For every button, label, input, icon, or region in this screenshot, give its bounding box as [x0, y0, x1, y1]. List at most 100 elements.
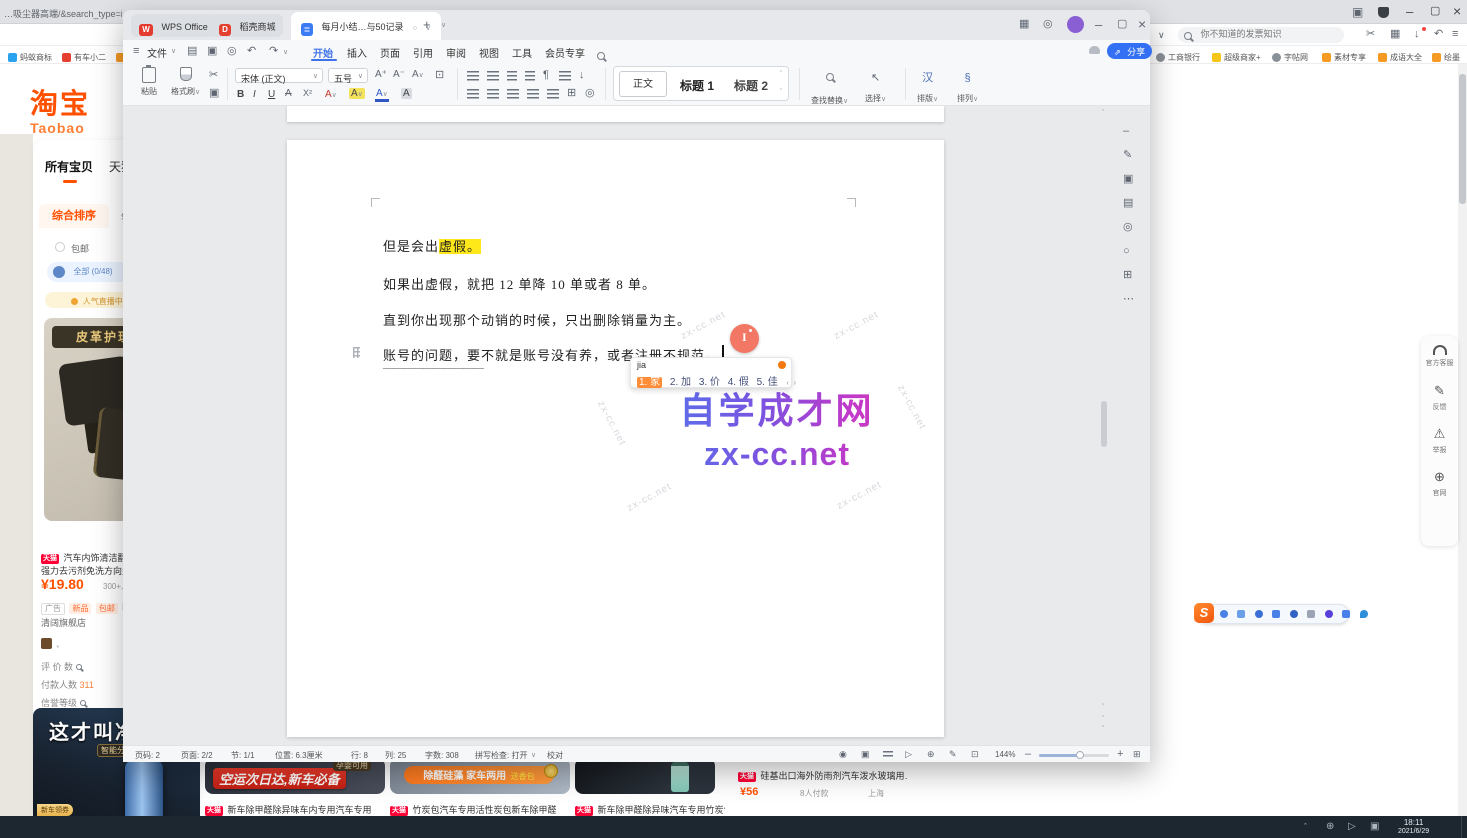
ime-logo-icon[interactable]	[778, 361, 786, 369]
zoom-slider-knob[interactable]	[1076, 751, 1084, 759]
wps-minimize-button[interactable]: –	[1095, 18, 1102, 31]
indent-icon[interactable]	[525, 71, 535, 81]
share-button[interactable]: ⇗ 分享	[1107, 43, 1152, 59]
shrink-font-button[interactable]: A⁻	[393, 70, 405, 80]
ime-toolbar[interactable]: S	[1197, 604, 1349, 624]
strip-caption[interactable]: 天猫 新车除甲醛除异味车内专用汽车专用	[205, 800, 383, 816]
tab-all-items[interactable]: 所有宝贝	[45, 158, 93, 175]
next-page-icon[interactable]: ˇ	[1102, 726, 1104, 733]
ime-candidate-1[interactable]: 1. 家	[637, 377, 662, 388]
taobao-logo[interactable]: 淘宝 Taobao	[30, 82, 90, 136]
outline-panel-icon[interactable]: ▤	[1123, 198, 1133, 209]
edit-mode-icon[interactable]: ✎	[949, 750, 957, 759]
ime-tool-icon[interactable]	[1255, 610, 1263, 618]
scroll-up-icon[interactable]: ˆ	[1102, 110, 1104, 117]
outline-view-icon[interactable]	[883, 751, 893, 759]
ime-tool-icon[interactable]	[1307, 610, 1315, 618]
ime-tool-icon[interactable]	[1325, 610, 1333, 618]
side-item-title[interactable]: 天猫 硅基出口海外防雨剂汽车泼水玻璃用…	[738, 766, 908, 784]
arrange-button[interactable]: § 排列∨	[957, 68, 978, 106]
browser-menu-icon[interactable]: ≡	[1452, 29, 1458, 40]
ime-candidate-5[interactable]: 5. 佳	[757, 377, 778, 388]
browser-close-button[interactable]: ×	[1453, 4, 1461, 18]
char-shading-button[interactable]: A	[401, 88, 412, 99]
style-normal[interactable]: 正文	[619, 71, 667, 97]
underline-button[interactable]: U	[268, 89, 275, 100]
wps-document-tab[interactable]: ≣ 每月小结…与50记录 ○ ∨	[291, 12, 441, 40]
style-up-icon[interactable]: ˆ	[780, 71, 782, 78]
status-proofread[interactable]: 校对	[547, 750, 563, 761]
select-button[interactable]: ↖ 选择∨	[865, 68, 886, 106]
find-replace-button[interactable]: 查找替换∨	[811, 68, 848, 108]
print-icon[interactable]: ▣	[207, 46, 217, 57]
ime-tool-icon[interactable]	[1272, 610, 1280, 618]
align-right-icon[interactable]	[507, 89, 519, 99]
settings-gear-icon[interactable]: ◎	[1043, 19, 1053, 30]
doc-paragraph[interactable]: 如果出虚假，就把 12 单降 10 单或者 8 单。	[383, 274, 656, 293]
scroll-down-icon[interactable]: ˇ	[1102, 704, 1104, 711]
undo-icon[interactable]: ↶	[247, 46, 256, 57]
edit-tool-icon[interactable]: ✎	[1123, 150, 1132, 161]
sort-icon[interactable]: ↓	[579, 70, 585, 81]
browser-minimize-button[interactable]: –	[1406, 5, 1413, 18]
font-name-select[interactable]: 宋体 (正文) ∨	[235, 68, 323, 83]
zoom-slider[interactable]	[1039, 754, 1109, 757]
store-name[interactable]: 清阔旗舰店	[41, 616, 86, 629]
redo-icon[interactable]: ↷	[269, 46, 278, 57]
outdent-icon[interactable]	[507, 71, 517, 81]
download-icon[interactable]: ↓	[1414, 29, 1420, 40]
ime-tool-icon[interactable]	[1237, 610, 1245, 618]
superscript-button[interactable]: X²	[303, 89, 312, 98]
strip-card-2[interactable]: 空运次日达,新车必备 孕婴可用	[205, 758, 385, 794]
tab-view[interactable]: 视图	[479, 45, 499, 60]
doc-dash-line[interactable]: ――――――――――	[383, 362, 483, 374]
style-heading2[interactable]: 标题 2	[734, 77, 768, 94]
tab-page[interactable]: 页面	[380, 45, 400, 60]
browser-tab-title[interactable]: …吸尘器高端/&search_type=item-	[4, 7, 122, 20]
redo-caret-icon[interactable]: ∨	[283, 49, 288, 56]
tray-expand-icon[interactable]: ˆ	[1304, 823, 1307, 832]
tab-tools[interactable]: 工具	[512, 45, 532, 60]
web-view-icon[interactable]: ⊕	[927, 750, 935, 759]
ribbon-search-icon[interactable]	[597, 52, 605, 60]
browser-apps-icon[interactable]: ▣	[1352, 6, 1363, 18]
fullscreen-icon[interactable]: ⊞	[1133, 750, 1141, 759]
strike-button[interactable]: A	[285, 89, 292, 99]
paste-button[interactable]: 粘贴	[141, 67, 157, 97]
ime-tool-icon[interactable]	[1220, 610, 1228, 618]
ime-tool-icon[interactable]	[1342, 610, 1350, 618]
fit-page-icon[interactable]: ⊡	[971, 750, 979, 759]
align-justify-icon[interactable]	[527, 89, 539, 99]
browser-maximize-button[interactable]: ▢	[1430, 6, 1440, 17]
collapse-panel-icon[interactable]: –	[1123, 126, 1129, 137]
font-size-select[interactable]: 五号 ∨	[328, 68, 368, 83]
toolbar-caret-icon[interactable]: ∨	[1158, 31, 1165, 40]
file-caret-icon[interactable]: ∨	[171, 48, 176, 55]
tab-list-caret-icon[interactable]: ∨	[441, 22, 446, 29]
wps-home-tab[interactable]: W WPS Office	[131, 14, 216, 37]
user-avatar[interactable]	[1067, 16, 1084, 33]
apps-grid-icon[interactable]: ▦	[1390, 29, 1400, 40]
strip-caption[interactable]: 天猫 竹炭包汽车专用活性炭包新车除甲醛	[390, 800, 568, 816]
status-spellcheck[interactable]: 拼写检查: 打开	[475, 750, 527, 761]
cut-icon[interactable]: ✂	[209, 70, 218, 81]
align-left-icon[interactable]	[467, 89, 479, 99]
text-layout-button[interactable]: 汉 排版∨	[917, 68, 938, 106]
ime-tool-icon[interactable]	[1290, 610, 1298, 618]
wps-maximize-button[interactable]: ▢	[1117, 19, 1127, 30]
char-effect-button[interactable]: A∨	[325, 89, 337, 100]
browser-search-box[interactable]: 你不知道的发票知识	[1178, 27, 1344, 43]
capture-icon[interactable]: ✂	[1366, 29, 1375, 40]
bold-button[interactable]: B	[237, 89, 244, 100]
history-icon[interactable]: ↶	[1434, 29, 1443, 40]
browser-search-value[interactable]: 你不知道的发票知识	[1200, 29, 1281, 39]
numbering-icon[interactable]	[487, 71, 499, 81]
layout-switch-icon[interactable]: ▦	[1019, 19, 1029, 30]
eye-protect-icon[interactable]: ◉	[839, 750, 847, 759]
cloud-sync-icon[interactable]	[1089, 46, 1100, 54]
tab-review[interactable]: 审阅	[446, 45, 466, 60]
zoom-out-button[interactable]: –	[1025, 749, 1031, 760]
freeship-checkbox[interactable]	[55, 242, 65, 252]
rail-item-site[interactable]: ⊕ 官网	[1421, 455, 1458, 498]
format-painter-button[interactable]: 格式刷∨	[171, 67, 200, 99]
